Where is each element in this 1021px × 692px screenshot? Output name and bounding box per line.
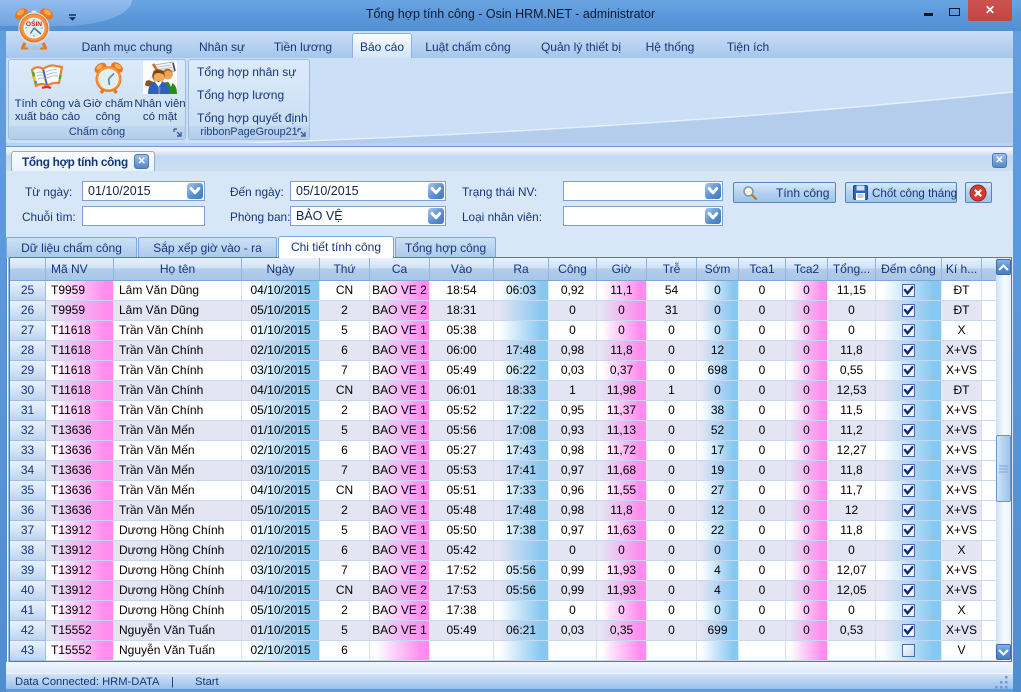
svg-text:OSIN: OSIN	[26, 21, 42, 28]
